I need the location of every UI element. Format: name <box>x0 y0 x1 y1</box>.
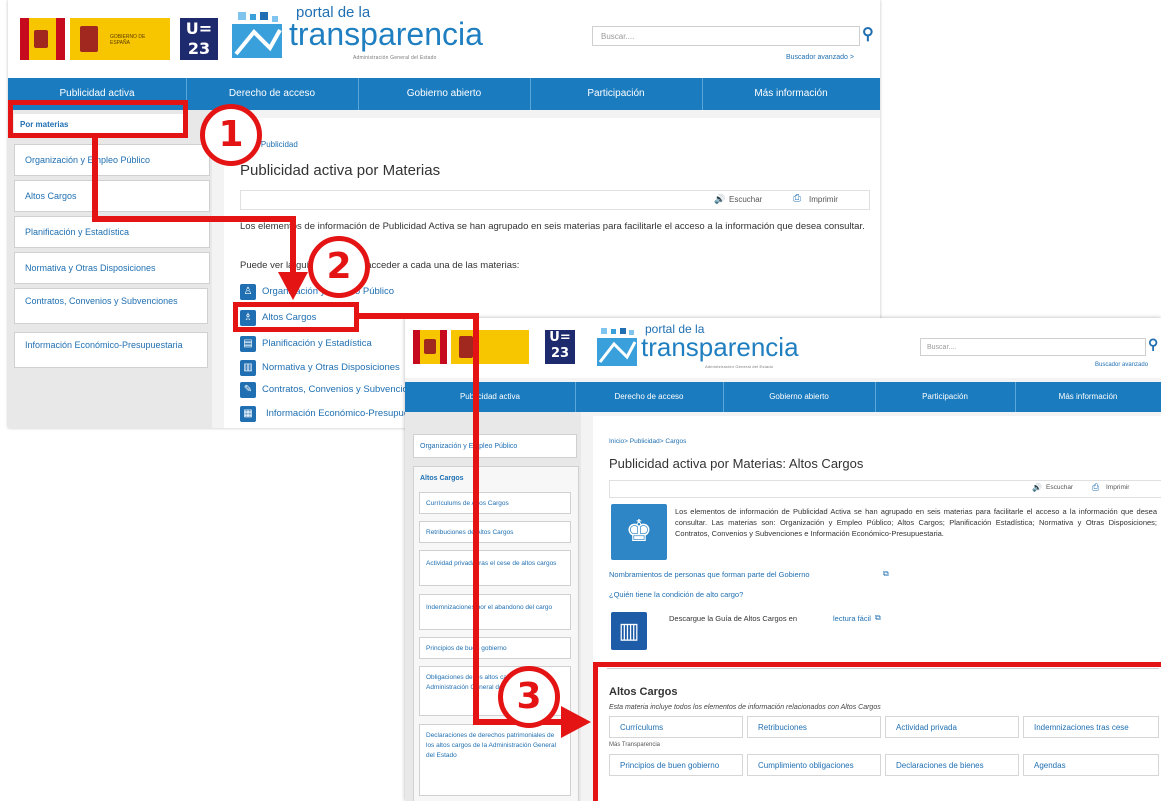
print-button[interactable]: Imprimir <box>1106 484 1129 491</box>
ue23-logo: U= 23 <box>180 18 218 60</box>
highlight-altos-cargos-link <box>233 302 359 332</box>
portal-subtitle: Administración General del Estado <box>353 55 437 61</box>
highlight-por-materias <box>8 100 188 138</box>
page-title: Publicidad activa por Materias: Altos Ca… <box>609 456 864 471</box>
tools-bar: 🔊 Escuchar ⎙ Imprimir <box>609 480 1161 498</box>
planificacion-icon: ▤ <box>240 336 256 352</box>
main-nav: Publicidad activa Derecho de acceso Gobi… <box>405 382 1161 412</box>
nav-publicidad-activa[interactable]: Publicidad activa <box>405 382 576 412</box>
gobierno-logo <box>451 330 529 364</box>
contratos-icon: ✎ <box>240 382 256 398</box>
nav-mas-informacion[interactable]: Más información <box>1015 382 1161 412</box>
listen-button[interactable]: Escuchar <box>729 195 762 204</box>
sidebar-item-declaraciones[interactable]: Declaraciones de derechos patrimoniales … <box>419 724 571 796</box>
arrow-segment <box>92 136 98 222</box>
page-title: Publicidad activa por Materias <box>240 162 441 179</box>
nav-gobierno-abierto[interactable]: Gobierno abierto <box>358 78 531 110</box>
speaker-icon[interactable]: 🔊 <box>714 194 725 205</box>
highlight-altos-cargos-box <box>593 662 1161 801</box>
intro-text: Los elementos de información de Publicid… <box>240 221 865 232</box>
arrow-head-icon <box>561 706 591 738</box>
printer-icon[interactable]: ⎙ <box>793 193 801 204</box>
breadcrumb[interactable]: Inicio> Publicidad> Cargos <box>609 438 686 445</box>
sidebar: Por materias Organización y Empleo Públi… <box>8 110 212 428</box>
normativa-icon: ▥ <box>240 360 256 376</box>
transparency-logo-icon <box>597 328 637 366</box>
advanced-search-link[interactable]: Buscador avanzado > <box>786 54 854 61</box>
materia-link-planificacion[interactable]: Planificación y Estadística <box>262 338 372 349</box>
portal-title: transparencia <box>641 332 799 362</box>
nav-mas-informacion[interactable]: Más información <box>702 78 880 110</box>
guide-text: Descargue la Guía de Altos Cargos en <box>669 614 797 623</box>
search-input[interactable]: Buscar.... <box>920 338 1146 356</box>
step-2-badge: 2 <box>308 236 370 298</box>
arrow-segment <box>357 313 479 319</box>
book-icon: ▥ <box>611 612 647 650</box>
sidebar-item-altos-cargos[interactable]: Altos Cargos <box>14 180 210 212</box>
materia-link-normativa[interactable]: Normativa y Otras Disposiciones <box>262 362 400 373</box>
ue23-logo: U= 23 <box>545 330 575 364</box>
sidebar: Organización y Empleo Público Altos Carg… <box>405 412 581 801</box>
nav-gobierno-abierto[interactable]: Gobierno abierto <box>723 382 876 412</box>
nav-derecho-acceso[interactable]: Derecho de acceso <box>575 382 724 412</box>
sidebar-item-actividad-privada[interactable]: Actividad privada tras el cese de altos … <box>419 550 571 586</box>
sidebar-item-normativa[interactable]: Normativa y Otras Disposiciones <box>14 252 210 284</box>
spain-flag-logo <box>413 330 447 364</box>
sidebar-item-contratos[interactable]: Contratos, Convenios y Subvenciones <box>14 288 208 324</box>
sidebar-group-title[interactable]: Altos Cargos <box>420 475 464 482</box>
arrow-head-icon <box>278 272 308 300</box>
sidebar-item-curriculums[interactable]: Currículums de Altos Cargos <box>419 492 571 514</box>
search-icon[interactable]: ⚲ <box>862 24 874 44</box>
arrow-segment <box>290 216 296 278</box>
organizacion-icon: ♙ <box>240 284 256 300</box>
search-input[interactable]: Buscar.... <box>592 26 860 46</box>
advanced-search-link[interactable]: Buscador avanzado <box>1095 362 1148 368</box>
transparency-logo-icon <box>232 12 282 58</box>
link-nombramientos[interactable]: Nombramientos de personas que forman par… <box>609 570 810 579</box>
speaker-icon[interactable]: 🔊 <box>1032 483 1042 492</box>
step-3-badge: 3 <box>498 666 560 728</box>
external-link-icon: ⧉ <box>883 569 889 578</box>
altos-cargos-icon: ♚ <box>611 504 667 560</box>
economica-icon: ▦ <box>240 406 256 422</box>
arrow-segment <box>473 313 479 725</box>
site-header: GOBIERNO DE ESPAÑA U= 23 portal de la tr… <box>8 0 880 78</box>
search-icon[interactable]: ⚲ <box>1148 336 1158 353</box>
nav-participacion[interactable]: Participación <box>875 382 1016 412</box>
tools-bar: 🔊 Escuchar ⎙ Imprimir <box>240 190 870 210</box>
link-condicion-alto-cargo[interactable]: ¿Quién tiene la condición de alto cargo? <box>609 590 743 599</box>
spain-flag-logo <box>20 18 65 60</box>
sidebar-item-principios[interactable]: Principios de buen gobierno <box>419 637 571 659</box>
listen-button[interactable]: Escuchar <box>1046 484 1073 491</box>
gobierno-logo: GOBIERNO DE ESPAÑA <box>70 18 170 60</box>
arrow-segment <box>92 216 296 222</box>
nav-derecho-acceso[interactable]: Derecho de acceso <box>186 78 359 110</box>
sidebar-item-informacion-economica[interactable]: Información Económico-Presupuestaria <box>14 332 208 368</box>
sidebar-item-organizacion[interactable]: Organización y Empleo Público <box>413 434 577 458</box>
subintro-text: Puede ver la guía completa o acceder a c… <box>240 260 520 271</box>
printer-icon[interactable]: ⎙ <box>1092 482 1099 493</box>
intro-text: Los elementos de información de Publicid… <box>675 507 1157 538</box>
site-header: U= 23 portal de la transparencia Adminis… <box>405 318 1161 378</box>
sidebar-item-indemnizaciones[interactable]: Indemnizaciones por el abandono del carg… <box>419 594 571 630</box>
step-1-badge: 1 <box>200 104 262 166</box>
materia-link-contratos[interactable]: Contratos, Convenios y Subvenciones <box>262 384 423 395</box>
portal-subtitle: Administración General del Estado <box>705 364 774 369</box>
nav-participacion[interactable]: Participación <box>530 78 703 110</box>
print-button[interactable]: Imprimir <box>809 195 838 204</box>
guide-link[interactable]: lectura fácil <box>833 614 871 623</box>
portal-title: transparencia <box>289 16 483 52</box>
sidebar-item-organizacion[interactable]: Organización y Empleo Público <box>14 144 210 176</box>
external-link-icon: ⧉ <box>875 613 881 622</box>
sidebar-item-retribuciones[interactable]: Retribuciones de Altos Cargos <box>419 521 571 543</box>
